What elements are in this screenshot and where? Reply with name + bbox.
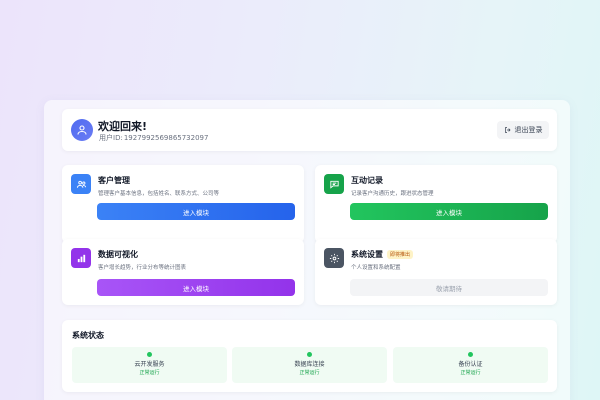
module-card-visualization: 数据可视化 客户增长趋势，行业分布等统计图表 进入模块	[62, 239, 304, 305]
status-item-state: 正常运行	[460, 370, 481, 376]
module-card-settings: 系统设置 即将推出 个人设置和系统配置 敬请期待	[315, 239, 557, 305]
enter-visualization-button[interactable]: 进入模块	[97, 279, 295, 296]
user-header-card: 欢迎回来! 用户ID:1927992569865732097 退出登录	[62, 109, 557, 151]
status-item-name: 云开发服务	[134, 361, 165, 368]
status-item-state: 正常运行	[139, 370, 160, 376]
gear-icon	[324, 248, 344, 268]
module-description: 个人设置和系统配置	[351, 265, 401, 271]
enter-customers-button[interactable]: 进入模块	[97, 203, 295, 220]
status-ok-icon	[147, 352, 152, 357]
module-title-text: 系统设置	[351, 250, 383, 259]
enter-interactions-button[interactable]: 进入模块	[350, 203, 548, 220]
module-card-customers: 客户管理 管理客户基本信息，包括姓名、联系方式、公司等 进入模块	[62, 165, 304, 243]
logout-icon	[504, 126, 511, 134]
status-item-name: 数据库连接	[294, 361, 325, 368]
status-ok-icon	[468, 352, 473, 357]
status-item-backup: 备份认证 正常运行	[393, 347, 548, 383]
module-description: 管理客户基本信息，包括姓名、联系方式、公司等	[98, 191, 220, 197]
module-title: 系统设置 即将推出	[351, 249, 414, 260]
status-item-database: 数据库连接 正常运行	[232, 347, 387, 383]
system-status-card: 系统状态 云开发服务 正常运行 数据库连接 正常运行 备份认证 正常运行	[62, 320, 557, 392]
coming-soon-button: 敬请期待	[350, 279, 548, 296]
bar-chart-icon	[71, 248, 91, 268]
status-ok-icon	[307, 352, 312, 357]
status-item-name: 备份认证	[458, 361, 483, 368]
user-id-line: 用户ID:1927992569865732097	[98, 133, 208, 143]
logout-label: 退出登录	[514, 126, 543, 134]
customers-icon	[71, 174, 91, 194]
chat-icon	[324, 174, 344, 194]
coming-soon-badge: 即将推出	[387, 250, 414, 259]
logout-button[interactable]: 退出登录	[497, 121, 549, 139]
welcome-title: 欢迎回来!	[98, 120, 148, 133]
module-description: 记录客户沟通历史，跟进状态管理	[351, 191, 434, 197]
status-title: 系统状态	[72, 331, 104, 340]
module-title: 客户管理	[98, 176, 130, 185]
status-item-cloud: 云开发服务 正常运行	[72, 347, 227, 383]
module-card-interactions: 互动记录 记录客户沟通历史，跟进状态管理 进入模块	[315, 165, 557, 243]
status-item-state: 正常运行	[299, 370, 320, 376]
user-avatar-icon	[71, 119, 93, 141]
user-id-label: 用户ID:	[99, 134, 123, 142]
user-id-value: 1927992569865732097	[123, 134, 209, 142]
module-title: 数据可视化	[98, 250, 138, 259]
module-title: 互动记录	[351, 176, 383, 185]
module-description: 客户增长趋势，行业分布等统计图表	[98, 265, 187, 271]
